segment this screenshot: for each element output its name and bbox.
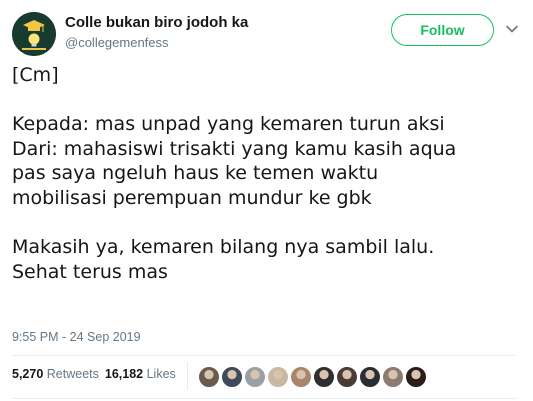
tweet-text: [Cm] Kepada: mas unpad yang kemaren turu… [12,63,527,284]
tweet-line: mobilisasi perempuan mundur ke gbk [12,186,372,209]
liker-avatar[interactable] [290,366,312,388]
likes-label: Likes [146,367,176,381]
divider [12,398,517,399]
follow-button[interactable]: Follow [391,14,494,46]
liker-avatar[interactable] [405,366,427,388]
account-handle[interactable]: @collegemenfess [65,34,248,51]
liker-avatar[interactable] [336,366,358,388]
tweet-header: Colle bukan biro jodoh ka @collegemenfes… [12,10,523,58]
tweet-timestamp[interactable]: 9:55 PM - 24 Sep 2019 [12,330,141,344]
tweet-line-gap [12,88,527,113]
liker-avatar[interactable] [221,366,243,388]
retweets-label: Retweets [46,367,99,381]
liker-avatar[interactable] [313,366,335,388]
account-display-name[interactable]: Colle bukan biro jodoh ka [65,14,248,32]
liker-avatar[interactable] [382,366,404,388]
liker-avatar[interactable] [267,366,289,388]
tweet-line: Kepada: mas unpad yang kemaren turun aks… [12,113,445,136]
tweet-line: Makasih ya, kemaren bilang nya sambil la… [12,236,435,259]
tweet-line-gap [12,211,527,236]
liker-avatar[interactable] [198,366,220,388]
tweet-line: [Cm] [12,64,59,86]
divider [12,355,517,356]
liker-avatar[interactable] [359,366,381,388]
likes-count: 16,182 [104,367,144,381]
tweet-line: Dari: mahasiswi trisakti yang kamu kasih… [12,137,457,160]
graduation-cap-lightbulb-icon [12,12,56,56]
chevron-down-icon[interactable] [503,20,521,38]
tweet-line: Sehat terus mas [12,260,168,283]
stats-separator [187,362,188,390]
liker-avatar[interactable] [244,366,266,388]
engagement-stats: 5,270 Retweets 16,182 Likes [12,367,176,381]
likes-stat[interactable]: 16,182 Likes [105,367,176,381]
retweets-stat[interactable]: 5,270 Retweets [12,367,99,381]
profile-avatar[interactable] [12,12,56,56]
tweet-line: pas saya ngeluh haus ke temen waktu [12,162,379,185]
retweets-count: 5,270 [12,367,44,381]
